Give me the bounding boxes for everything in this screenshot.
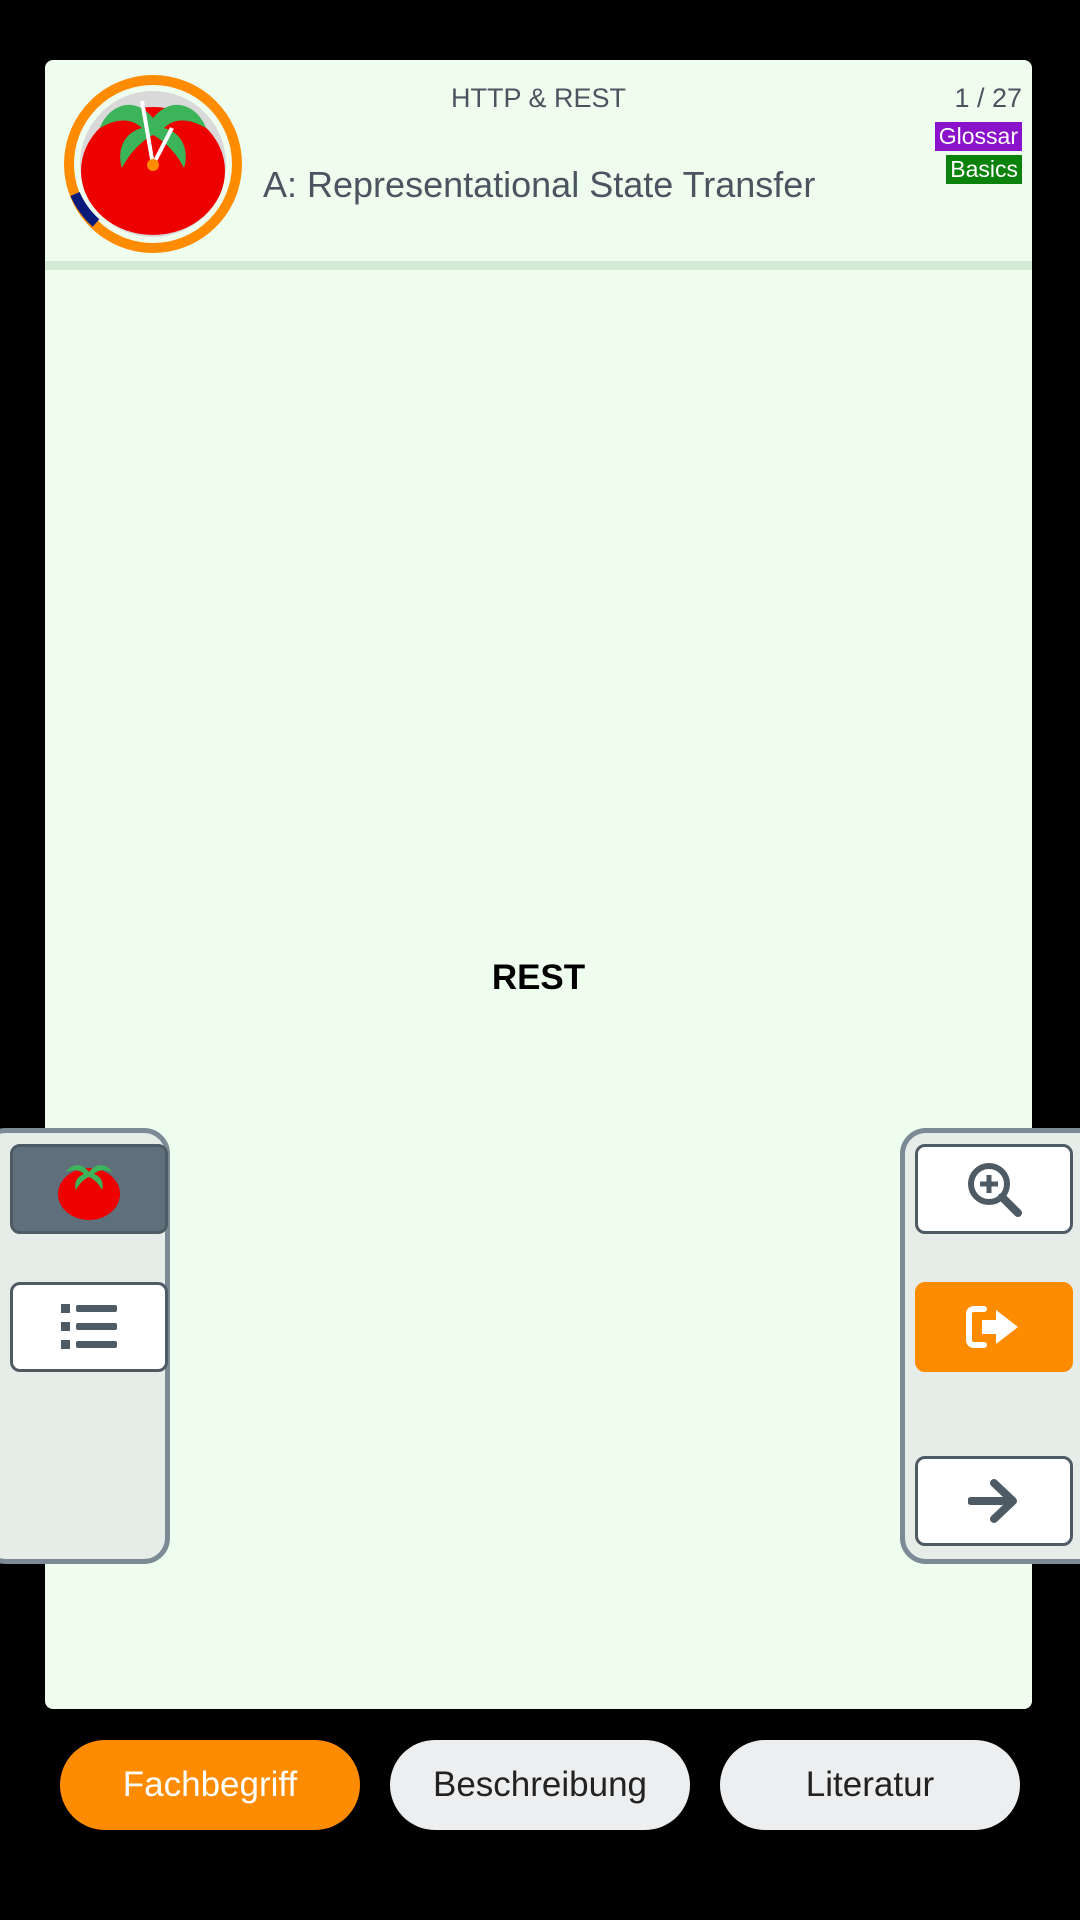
zoom-in-button[interactable] [915, 1144, 1073, 1234]
list-icon [61, 1304, 117, 1349]
tag-basics: Basics [946, 155, 1022, 184]
tag-glossar: Glossar [934, 122, 1022, 151]
tab-literatur[interactable]: Literatur [720, 1740, 1020, 1830]
tomato-button[interactable] [10, 1144, 168, 1234]
card-term: REST [491, 958, 586, 997]
arrow-right-icon [968, 1479, 1017, 1523]
card-question: A: Representational State Transfer [263, 164, 816, 205]
exit-button[interactable] [915, 1282, 1073, 1372]
topic-title: HTTP & REST [450, 83, 627, 113]
exit-icon [966, 1306, 1018, 1348]
tab-fachbegriff[interactable]: Fachbegriff [60, 1740, 360, 1830]
flashcard: HTTP & REST 1 / 27 Glossar Basics A: Rep… [45, 60, 1032, 1709]
card-counter: 1 / 27 [954, 83, 1022, 113]
tab-beschreibung[interactable]: Beschreibung [390, 1740, 690, 1830]
zoom-in-icon [968, 1163, 1022, 1217]
next-card-button[interactable] [915, 1456, 1073, 1546]
header-divider [45, 261, 1032, 270]
list-button[interactable] [10, 1282, 168, 1372]
tomato-icon [58, 1165, 120, 1220]
